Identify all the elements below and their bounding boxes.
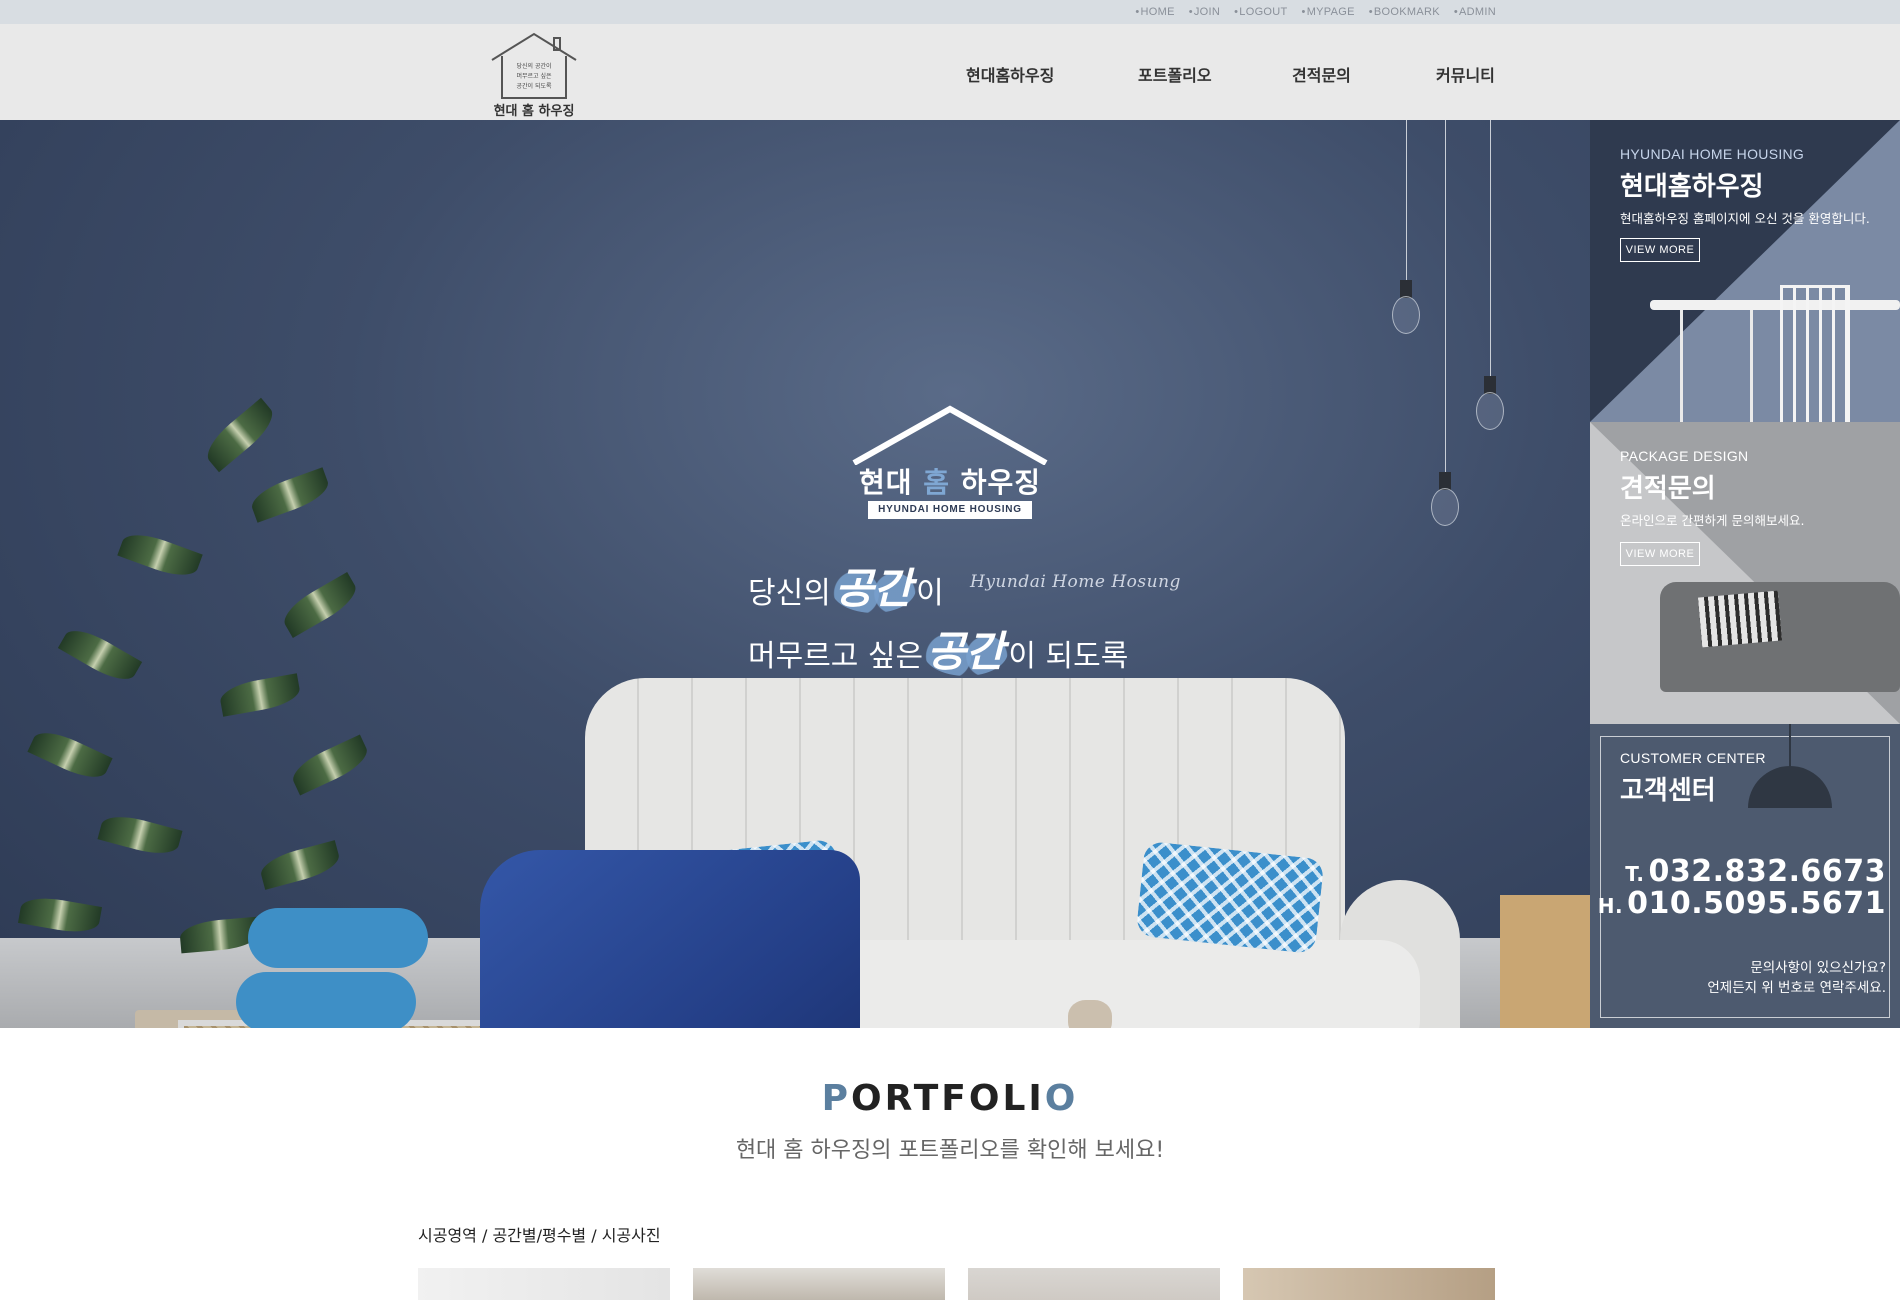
panel-customer-center: CUSTOMER CENTER 고객센터 T. 032.832.6673 H. 01… <box>1590 724 1900 1028</box>
slogan-text: 머무르고 싶은 <box>748 639 924 674</box>
plant-leaf <box>218 673 302 717</box>
desk-leg <box>1750 310 1753 422</box>
desk-image <box>1650 300 1900 310</box>
hero-logo-name: 현대 홈 하우징 <box>850 461 1050 501</box>
panel-en-title: CUSTOMER CENTER <box>1620 750 1766 766</box>
nav-item-portfolio[interactable]: 포트폴리오 <box>1138 62 1212 86</box>
util-logout-link[interactable]: LOGOUT <box>1234 6 1287 18</box>
util-home-link[interactable]: HOME <box>1135 6 1175 18</box>
hp-number: H. 010.5095.5671 <box>1598 886 1886 921</box>
panel-en-title: PACKAGE DESIGN <box>1620 448 1749 464</box>
tel-number: T. 032.832.6673 <box>1625 854 1886 889</box>
util-mypage-link[interactable]: MYPAGE <box>1302 6 1355 18</box>
pendant-wire <box>1490 120 1491 382</box>
panel-title: 견적문의 <box>1620 474 1716 504</box>
hero-logo-name-accent: 홈 <box>923 466 950 499</box>
nav-item-estimate[interactable]: 견적문의 <box>1292 62 1351 86</box>
nav-item-company[interactable]: 현대홈하우징 <box>966 62 1054 86</box>
panel-company[interactable]: HYUNDAI HOME HOUSING 현대홈하우징 현대홈하우징 홈페이지에… <box>1590 120 1900 422</box>
hp-value: 010.5095.5671 <box>1627 886 1886 921</box>
plant-leaf <box>247 467 333 523</box>
panel-title: 현대홈하우징 <box>1620 172 1764 202</box>
pendant-wire <box>1445 120 1446 480</box>
pendant-wire <box>1406 120 1407 285</box>
pattern-cushion <box>1135 840 1325 955</box>
hero-slider: 현대 홈 하우징 HYUNDAI HOME HOUSING 당신의공간 이 머무르… <box>0 120 1590 1028</box>
util-admin-link[interactable]: ADMIN <box>1454 6 1496 18</box>
hp-prefix: H. <box>1597 894 1624 918</box>
panel-desc: 온라인으로 간편하게 문의해보세요. <box>1620 513 1805 528</box>
vase <box>1068 1000 1112 1028</box>
portfolio-category-path[interactable]: 시공영역 / 공간별/평수별 / 시공사진 <box>418 1222 661 1246</box>
plant-leaf <box>27 724 113 786</box>
nav-item-community[interactable]: 커뮤니티 <box>1436 62 1495 86</box>
slogan-text: 당신의 <box>748 576 831 611</box>
desk-leg <box>1680 310 1683 422</box>
blue-throw <box>480 850 860 1028</box>
portfolio-thumbnail[interactable] <box>418 1268 670 1300</box>
plant-leaf <box>199 397 281 473</box>
slogan-line-2: 머무르고 싶은공간 이 되도록 <box>748 623 1128 686</box>
slogan-text: 이 <box>916 576 944 611</box>
plant-leaf <box>117 527 203 583</box>
chair-image <box>1780 285 1850 422</box>
portfolio-subtitle: 현대 홈 하우징의 포트폴리오를 확인해 보세요! <box>735 1138 1165 1163</box>
plant-leaf <box>57 622 143 688</box>
striped-cushion <box>1697 590 1783 648</box>
slogan-text: 이 되도록 <box>1008 639 1129 674</box>
portfolio-thumbnail[interactable] <box>1243 1268 1495 1300</box>
roof-icon <box>852 405 1048 466</box>
portfolio-thumbnail[interactable] <box>693 1268 945 1300</box>
panel-title: 고객센터 <box>1620 776 1716 806</box>
quick-panels: HYUNDAI HOME HOUSING 현대홈하우징 현대홈하우징 홈페이지에… <box>1590 120 1900 1028</box>
hero-script-text: Hyundai Home Hosung <box>970 572 1181 592</box>
gray-sofa-image <box>1660 582 1900 692</box>
panel-estimate[interactable]: PACKAGE DESIGN 견적문의 온라인으로 간편하게 문의해보세요. V… <box>1590 422 1900 724</box>
view-more-button[interactable]: VIEW MORE <box>1620 542 1700 566</box>
plant-leaf <box>287 734 373 796</box>
portfolio-title: PORTFOLIO <box>0 1078 1900 1119</box>
bulb-icon <box>1431 488 1459 526</box>
plant-leaf <box>257 840 343 890</box>
lamp-wire <box>1789 724 1791 768</box>
util-join-link[interactable]: JOIN <box>1189 6 1220 18</box>
bulb-icon <box>1476 392 1504 430</box>
bulb-icon <box>1392 296 1420 334</box>
slogan-emphasis: 공간 <box>831 564 916 613</box>
blue-pillow <box>248 908 428 968</box>
utility-bar: HOME JOIN LOGOUT MYPAGE BOOKMARK ADMIN <box>0 0 1900 24</box>
main-nav: 현대홈하우징 포트폴리오 견적문의 커뮤니티 <box>0 24 1900 120</box>
plant-leaf <box>97 810 183 860</box>
plant-leaf <box>18 893 102 937</box>
portfolio-title-accent: P <box>821 1078 851 1119</box>
customer-note-line: 문의사항이 있으신가요? <box>1750 960 1886 976</box>
portfolio-title-accent: O <box>1044 1078 1079 1119</box>
side-cabinet <box>1500 895 1590 1028</box>
hero-logo-name-part: 현대 <box>858 466 913 499</box>
slogan-emphasis: 공간 <box>923 627 1008 676</box>
customer-note-line: 언제든지 위 번호로 연락주세요. <box>1707 980 1886 996</box>
panel-en-title: HYUNDAI HOME HOUSING <box>1620 146 1805 162</box>
view-more-button[interactable]: VIEW MORE <box>1620 238 1700 262</box>
hero-logo-name-part: 하우징 <box>960 466 1042 499</box>
tel-prefix: T. <box>1625 862 1645 886</box>
hero-logo: 현대 홈 하우징 HYUNDAI HOME HOUSING <box>850 405 1050 525</box>
panel-desc: 현대홈하우징 홈페이지에 오신 것을 환영합니다. <box>1620 211 1870 226</box>
utility-links: HOME JOIN LOGOUT MYPAGE BOOKMARK ADMIN <box>1135 0 1496 24</box>
plant-leaf <box>277 572 363 638</box>
portfolio-thumbnail[interactable] <box>968 1268 1220 1300</box>
blue-pillow <box>236 972 416 1028</box>
customer-note: 문의사항이 있으신가요? 언제든지 위 번호로 연락주세요. <box>1707 958 1886 998</box>
hero-logo-sub: HYUNDAI HOME HOUSING <box>868 501 1032 519</box>
portfolio-title-text: ORTFOLI <box>850 1078 1045 1119</box>
util-bookmark-link[interactable]: BOOKMARK <box>1369 6 1440 18</box>
tel-value: 032.832.6673 <box>1648 854 1886 889</box>
